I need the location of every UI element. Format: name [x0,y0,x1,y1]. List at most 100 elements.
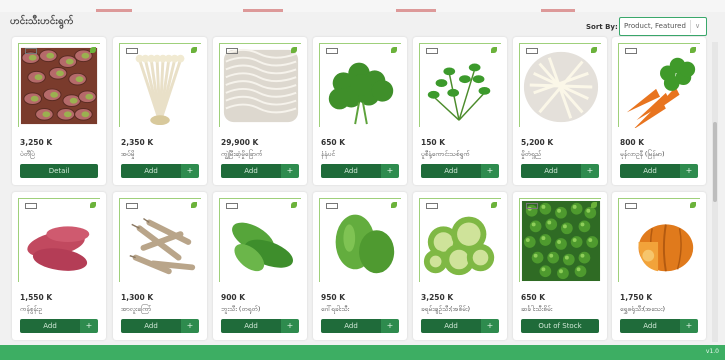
pea-eggplant-icon [521,200,601,282]
new-tag-icon [326,48,338,54]
product-image[interactable] [119,198,201,282]
product-image[interactable] [618,198,700,282]
top-divider [96,9,132,12]
product-card[interactable]: 950 K ဂေါ်ရခါးသီး Add + [313,192,407,340]
product-card[interactable]: 1,300 K အာလူးကြော် Add + [113,192,207,340]
page-title: ဟင်းသီးဟင်းရွက် [10,16,74,27]
product-name: နံနံပင် [321,150,336,158]
product-image[interactable] [219,198,301,282]
new-tag-icon [226,203,238,209]
product-image[interactable] [18,43,100,127]
product-card[interactable]: 2,350 K အပ်မှို Add + [113,37,207,185]
add-to-cart-button[interactable]: Add [321,164,381,178]
product-name: ကန်စွန်းဥ [20,305,43,313]
product-image[interactable] [319,43,401,127]
out-of-stock-button[interactable]: Out of Stock [521,319,599,333]
product-card[interactable]: 150 K ပူစီနံ့ကောင်းသစ်ရွက် Add + [413,37,507,185]
product-card[interactable]: 900 K ဘူးသီး (တရုတ်) Add + [213,192,307,340]
product-image[interactable] [519,198,601,282]
plus-icon[interactable]: + [581,164,599,178]
add-to-cart-button[interactable]: Add [121,164,181,178]
product-name: အပ်မှို [121,150,135,158]
product-card[interactable]: 1,550 K ကန်စွန်းဥ Add + [12,192,106,340]
product-card[interactable]: 1,750 K ရွှေဖရုံသီး(အသေး) Add + [612,192,706,340]
product-price: 900 K [221,293,246,302]
brand-logo-icon [391,202,398,209]
carrot-icon [626,57,696,128]
new-tag-icon [226,48,238,54]
brand-logo-icon [291,202,298,209]
product-name: ခရမ်းချဉ်သီး(အစိမ်း) [421,305,471,313]
top-divider [541,9,575,12]
product-image[interactable] [219,43,301,127]
product-card[interactable]: 800 K မုန်လာဥနီ (မြန်မာ) Add + [612,37,706,185]
product-card[interactable]: 3,250 K ခရမ်းချဉ်သီး(အစိမ်း) Add + [413,192,507,340]
chayote-icon [335,214,395,274]
new-tag-icon [625,203,637,209]
brand-logo-icon [491,202,498,209]
product-name: ဂေါ်ရခါးသီး [321,305,350,313]
product-image[interactable] [18,198,100,282]
product-card[interactable]: 29,900 K ကျွဲမြီးဆံ့မှိုခြောက် Add + [213,37,307,185]
plus-icon[interactable]: + [281,319,299,333]
scrollbar[interactable] [712,42,718,342]
plus-icon[interactable]: + [80,319,98,333]
pumpkin-icon [638,224,694,272]
product-image[interactable] [119,43,201,127]
brand-logo-icon [591,202,598,209]
add-to-cart-button[interactable]: Add [620,319,680,333]
add-to-cart-button[interactable]: Add [321,319,381,333]
product-name: ပဲတီပြဲ [20,150,35,158]
product-image[interactable] [419,43,501,127]
dried-noodle-icon [223,48,299,123]
product-price: 1,300 K [121,293,154,302]
add-to-cart-button[interactable]: Add [421,164,481,178]
plus-icon[interactable]: + [680,164,698,178]
plus-icon[interactable]: + [481,319,499,333]
product-card[interactable]: 650 K နံနံပင် Add + [313,37,407,185]
product-price: 1,750 K [620,293,653,302]
add-to-cart-button[interactable]: Add [221,164,281,178]
product-price: 650 K [321,138,346,147]
add-to-cart-button[interactable]: Add [521,164,581,178]
product-price: 1,550 K [20,293,53,302]
product-price: 5,200 K [521,138,554,147]
scrollbar-thumb[interactable] [713,122,717,202]
footer-bar: v1.0 [0,345,725,360]
plus-icon[interactable]: + [381,164,399,178]
product-image[interactable] [419,198,501,282]
plus-icon[interactable]: + [381,319,399,333]
product-card[interactable]: 5,200 K မှိုတံရှည် Add + [513,37,607,185]
add-to-cart-button[interactable]: Add [421,319,481,333]
new-tag-icon [625,48,637,54]
product-image[interactable] [519,43,601,127]
product-name: မုန်လာဥနီ (မြန်မာ) [620,150,665,158]
product-name: မှိုတံရှည် [521,150,542,158]
brand-logo-icon [90,202,97,209]
detail-button[interactable]: Detail [20,164,98,178]
plus-icon[interactable]: + [281,164,299,178]
brand-logo-icon [90,47,97,54]
product-image[interactable] [319,198,401,282]
add-to-cart-button[interactable]: Add [620,164,680,178]
product-name: ရွှေဖရုံသီး(အသေး) [620,305,666,313]
product-card[interactable]: 650 K ဆင်္ခါးသီးစိမ်း Out of Stock [513,192,607,340]
product-image[interactable] [618,43,700,128]
version-label: v1.0 [705,348,719,355]
product-card[interactable]: 3,250 K ပဲတီပြဲ Detail [12,37,106,185]
add-to-cart-button[interactable]: Add [221,319,281,333]
product-name: ကျွဲမြီးဆံ့မှိုခြောက် [221,150,263,158]
brand-logo-icon [491,47,498,54]
plus-icon[interactable]: + [481,164,499,178]
product-price: 2,350 K [121,138,154,147]
plus-icon[interactable]: + [181,319,199,333]
product-price: 3,250 K [421,293,454,302]
new-tag-icon [426,203,438,209]
add-to-cart-button[interactable]: Add [20,319,80,333]
plus-icon[interactable]: + [680,319,698,333]
plus-icon[interactable]: + [181,164,199,178]
sort-select[interactable]: Product, Featured ∨ [619,17,707,36]
sort-selected-value: Product, Featured [624,22,686,30]
add-to-cart-button[interactable]: Add [121,319,181,333]
ginseng-icon [129,217,196,275]
